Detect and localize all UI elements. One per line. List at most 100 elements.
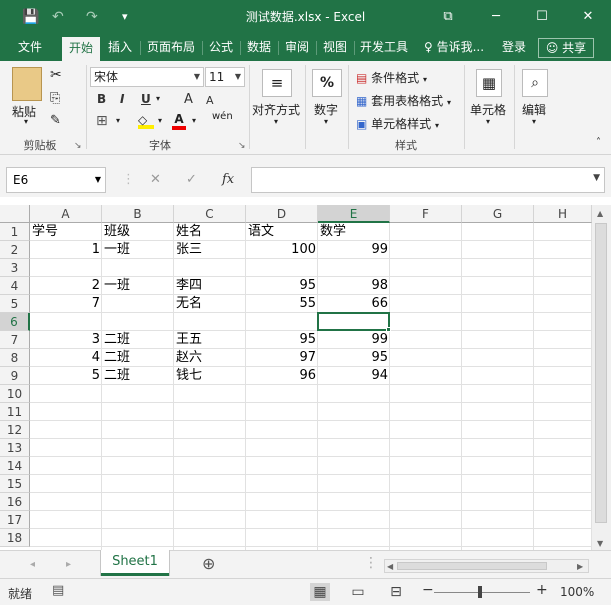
font-name-select[interactable]: 宋体 ▼: [90, 67, 204, 87]
fill-handle[interactable]: [386, 327, 391, 332]
tell-me-search[interactable]: ♀ 告诉我...: [420, 34, 488, 61]
cell-d7[interactable]: 95: [246, 331, 318, 349]
cell-a2[interactable]: 1: [30, 241, 102, 259]
tab-data[interactable]: 数据: [242, 34, 276, 61]
clipboard-launcher-icon[interactable]: ↘: [74, 141, 82, 151]
scroll-left-icon[interactable]: ◀: [387, 562, 393, 571]
editing-dropdown-icon[interactable]: ▾: [532, 117, 536, 126]
number-format-button[interactable]: 数字: [314, 101, 338, 118]
cell-e9[interactable]: 94: [318, 367, 390, 385]
tab-insert[interactable]: 插入: [102, 34, 138, 61]
tab-home[interactable]: 开始: [62, 37, 100, 61]
cell-c9[interactable]: 钱七: [174, 367, 246, 385]
cell-e7[interactable]: 99: [318, 331, 390, 349]
cell-d4[interactable]: 95: [246, 277, 318, 295]
cell-d1[interactable]: 语文: [246, 223, 318, 241]
cell-a8[interactable]: 4: [30, 349, 102, 367]
cell-c8[interactable]: 赵六: [174, 349, 246, 367]
tab-formulas[interactable]: 公式: [204, 34, 238, 61]
alignment-button[interactable]: 对齐方式: [252, 101, 300, 118]
row-header-1[interactable]: 1: [0, 223, 30, 241]
increase-font-button[interactable]: A: [184, 92, 193, 107]
row-header-4[interactable]: 4: [0, 277, 30, 295]
underline-dropdown-icon[interactable]: ▾: [156, 94, 160, 103]
column-header-b[interactable]: B: [102, 205, 174, 223]
tab-view[interactable]: 视图: [318, 34, 352, 61]
cell-a5[interactable]: 7: [30, 295, 102, 313]
collapse-ribbon-icon[interactable]: ˄: [596, 137, 601, 148]
row-header-8[interactable]: 8: [0, 349, 30, 367]
cells-icon[interactable]: ▦: [476, 69, 502, 97]
search-icon[interactable]: ⌕: [522, 69, 548, 97]
close-button[interactable]: ✕: [574, 6, 602, 28]
horizontal-scrollbar[interactable]: ◀ ▶: [384, 559, 589, 573]
row-header-15[interactable]: 15: [0, 475, 30, 493]
cell-c7[interactable]: 王五: [174, 331, 246, 349]
cell-d9[interactable]: 96: [246, 367, 318, 385]
cell-d2[interactable]: 100: [246, 241, 318, 259]
format-as-table-button[interactable]: ▦ 套用表格格式 ▾: [356, 92, 451, 109]
enter-icon[interactable]: ✓: [186, 172, 197, 187]
cell-b8[interactable]: 二班: [102, 349, 174, 367]
cell-c4[interactable]: 李四: [174, 277, 246, 295]
row-header-17[interactable]: 17: [0, 511, 30, 529]
cell-a4[interactable]: 2: [30, 277, 102, 295]
column-header-e[interactable]: E: [318, 205, 390, 223]
cell-c2[interactable]: 张三: [174, 241, 246, 259]
borders-icon[interactable]: ⊞: [96, 113, 108, 129]
paste-icon[interactable]: [12, 67, 42, 101]
maximize-button[interactable]: ☐: [528, 6, 556, 28]
row-header-2[interactable]: 2: [0, 241, 30, 259]
row-header-14[interactable]: 14: [0, 457, 30, 475]
zoom-in-button[interactable]: +: [536, 582, 548, 598]
cell-e5[interactable]: 66: [318, 295, 390, 313]
zoom-slider-knob[interactable]: [478, 586, 482, 598]
cell-a9[interactable]: 5: [30, 367, 102, 385]
tab-file[interactable]: 文件: [8, 34, 52, 61]
cell-e1[interactable]: 数学: [318, 223, 390, 241]
cell-c1[interactable]: 姓名: [174, 223, 246, 241]
cell-e8[interactable]: 95: [318, 349, 390, 367]
tab-split-handle[interactable]: ⋮: [364, 555, 378, 571]
formula-input[interactable]: ▼: [251, 167, 605, 193]
row-header-12[interactable]: 12: [0, 421, 30, 439]
cell-styles-button[interactable]: ▣ 单元格样式 ▾: [356, 115, 439, 132]
row-header-7[interactable]: 7: [0, 331, 30, 349]
font-color-icon[interactable]: A: [172, 112, 186, 130]
italic-button[interactable]: I: [120, 92, 124, 106]
column-header-c[interactable]: C: [174, 205, 246, 223]
cut-icon[interactable]: ✂: [50, 67, 62, 83]
alignment-dropdown-icon[interactable]: ▾: [274, 117, 278, 126]
cell-d8[interactable]: 97: [246, 349, 318, 367]
conditional-formatting-button[interactable]: ▤ 条件格式 ▾: [356, 69, 427, 86]
worksheet-grid[interactable]: A B C D E F G H 1 2 3 4 5 6 7 8 9 10 11 12 13 14 15 16 17 18 学号 班级姓…: [0, 205, 611, 550]
bold-button[interactable]: B: [97, 92, 106, 106]
cell-b4[interactable]: 一班: [102, 277, 174, 295]
underline-button[interactable]: U: [141, 92, 151, 106]
column-header-h[interactable]: H: [534, 205, 592, 223]
paste-dropdown-icon[interactable]: ▾: [24, 117, 28, 126]
add-sheet-icon[interactable]: ⊕: [202, 554, 215, 573]
editing-button[interactable]: 编辑: [522, 101, 546, 118]
format-painter-icon[interactable]: ✎: [50, 113, 61, 128]
row-header-6[interactable]: 6: [0, 313, 30, 331]
row-header-18[interactable]: 18: [0, 529, 30, 547]
column-header-d[interactable]: D: [246, 205, 318, 223]
cells-dropdown-icon[interactable]: ▾: [486, 117, 490, 126]
zoom-slider[interactable]: [434, 592, 530, 593]
row-header-10[interactable]: 10: [0, 385, 30, 403]
zoom-level[interactable]: 100%: [560, 585, 594, 599]
column-header-a[interactable]: A: [30, 205, 102, 223]
column-header-f[interactable]: F: [390, 205, 462, 223]
tab-developer[interactable]: 开发工具: [356, 34, 412, 61]
scroll-down-icon[interactable]: ▼: [597, 539, 603, 548]
decrease-font-button[interactable]: A: [206, 94, 214, 107]
ribbon-display-icon[interactable]: ⧉: [434, 6, 462, 28]
row-header-13[interactable]: 13: [0, 439, 30, 457]
alignment-icon[interactable]: ≡: [262, 69, 292, 97]
vertical-scrollbar[interactable]: ▲ ▼: [592, 205, 611, 550]
zoom-out-button[interactable]: −: [422, 582, 434, 598]
vertical-scroll-thumb[interactable]: [595, 223, 607, 523]
cell-b2[interactable]: 一班: [102, 241, 174, 259]
copy-icon[interactable]: ⎘: [50, 91, 60, 106]
